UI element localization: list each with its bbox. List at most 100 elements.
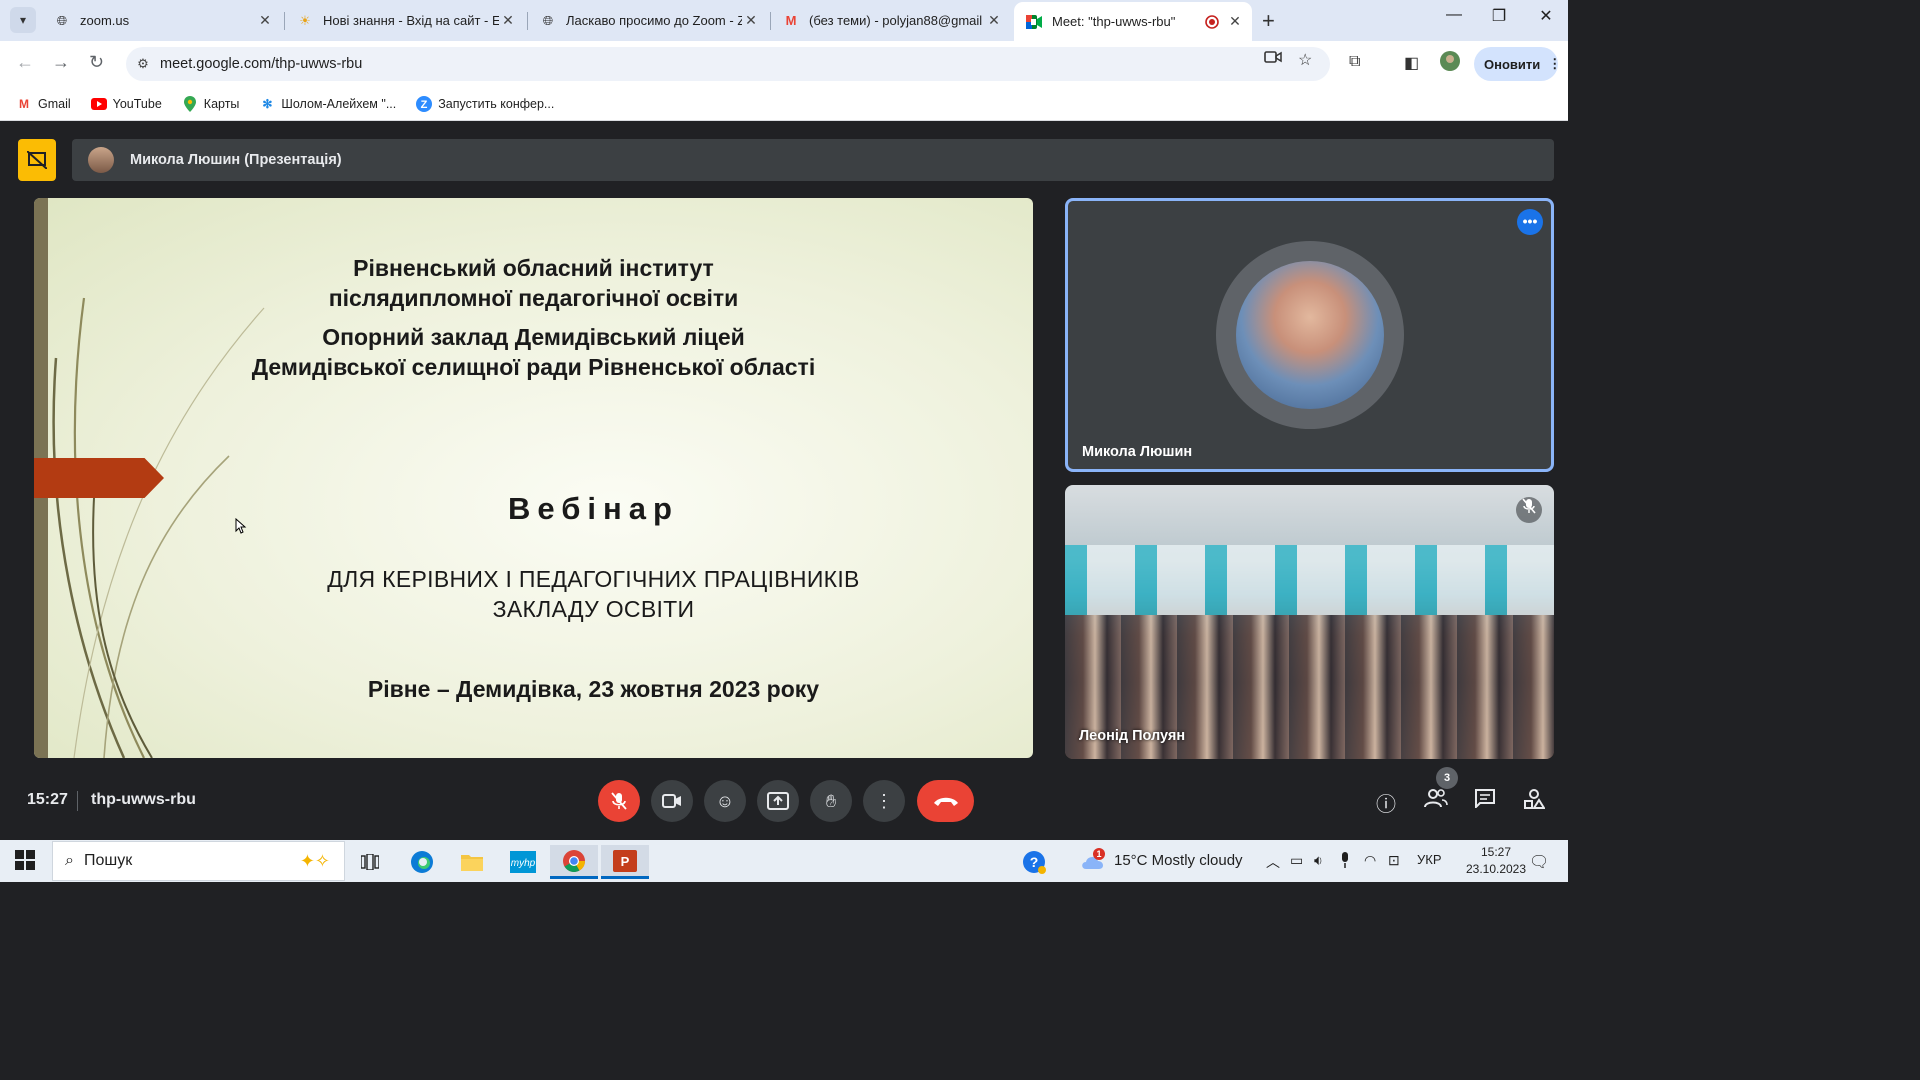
camera-in-use-icon[interactable] [1264, 50, 1282, 69]
gmail-icon: M [19, 96, 29, 111]
extensions-icon[interactable]: ⧉ [1349, 53, 1360, 71]
svg-text:Z: Z [421, 99, 428, 111]
participant-tile-mykola[interactable]: ••• Микола Люшин [1065, 198, 1554, 472]
tab-title: Meet: "thp-uwws-rbu" [1052, 14, 1176, 29]
more-options-button[interactable]: ⋮ [863, 780, 905, 822]
tab-novi-znannia[interactable]: ☀ Нові знання - Вхід на сайт - Е ✕ [285, 6, 525, 35]
window-close-button[interactable]: ✕ [1523, 6, 1569, 26]
present-screen-button[interactable] [757, 780, 799, 822]
tab-title: (без теми) - polyjan88@gmail [809, 13, 983, 28]
weather-alert-badge: 1 [1093, 848, 1105, 860]
system-clock[interactable]: 15:27 23.10.2023 [1462, 844, 1530, 878]
wifi-icon[interactable]: ◠ [1364, 852, 1376, 869]
profile-avatar[interactable] [1440, 51, 1460, 76]
bookmark-youtube[interactable]: YouTube [90, 96, 162, 112]
notifications-icon[interactable]: 🗨︎ [1529, 852, 1549, 872]
meeting-info-icon[interactable]: ⓘ [1372, 788, 1400, 817]
svg-text:?: ? [1030, 854, 1039, 870]
participant-count-badge: 3 [1436, 767, 1458, 789]
leave-call-button[interactable] [917, 780, 974, 822]
battery-icon[interactable]: ▭ [1290, 852, 1303, 869]
update-chrome-button[interactable]: Оновити ⋮ [1474, 47, 1562, 81]
meet-stage: Микола Люшин (Презентація) Рівненський о… [0, 122, 1568, 840]
tab-zoom[interactable]: 🌐︎ zoom.us ✕ [42, 6, 282, 35]
clock-date: 23.10.2023 [1465, 862, 1527, 876]
camera-toggle-button[interactable] [651, 780, 693, 822]
chrome-icon[interactable] [550, 845, 598, 879]
close-icon[interactable]: ✕ [985, 12, 1003, 29]
more-options-icon[interactable]: ••• [1517, 209, 1543, 235]
mouse-cursor-icon [235, 518, 247, 534]
youtube-icon [90, 96, 107, 112]
reload-button[interactable]: ↻ [89, 52, 104, 73]
bookmark-zoom-conference[interactable]: Z Запустить конфер... [416, 95, 555, 112]
bookmark-star-icon[interactable]: ☆ [1298, 50, 1312, 70]
mic-off-icon [611, 792, 627, 810]
emoji-reaction-button[interactable]: ☺ [704, 780, 746, 822]
shared-slide: Рівненський обласний інститут післядипло… [34, 198, 1033, 758]
file-explorer-icon[interactable] [448, 845, 496, 879]
camera-icon [662, 794, 681, 808]
bookmark-label: Gmail [38, 96, 71, 111]
close-icon[interactable]: ✕ [499, 12, 517, 29]
bookmark-gmail[interactable]: M Gmail [16, 96, 71, 112]
institute-line-2: післядипломної педагогічної освіти [328, 285, 739, 311]
emoji-icon: ☺ [715, 790, 735, 811]
more-vert-icon: ⋮ [1548, 56, 1562, 71]
back-button[interactable]: ← [16, 52, 34, 73]
windows-start-icon[interactable] [15, 850, 35, 876]
chat-icon[interactable] [1471, 788, 1499, 814]
people-icon[interactable] [1422, 788, 1450, 814]
tab-zoom-welcome[interactable]: 🌐︎ Ласкаво просимо до Zoom - Z ✕ [528, 6, 768, 35]
restore-button[interactable]: ❐ [1476, 6, 1522, 26]
minimize-button[interactable]: — [1431, 6, 1477, 24]
avatar [88, 147, 114, 173]
end-call-icon [933, 797, 958, 806]
language-indicator[interactable]: УКР [1417, 852, 1442, 867]
tab-search-button[interactable]: ▾ [10, 7, 36, 33]
participant-name: Леонід Полуян [1079, 728, 1186, 744]
bookmark-sholom-aleichem[interactable]: ✻ Шолом-Алейхем "... [259, 96, 396, 112]
bookmark-label: Запустить конфер... [438, 96, 555, 111]
windows-taskbar: ⌕ Пошук ✦✧ myhp P ? 1 15°C Mostly cloudy… [0, 840, 1568, 882]
clock-time: 15:27 [1480, 845, 1512, 859]
slide-school: Опорний заклад Демидівський ліцей Демиді… [34, 322, 1033, 382]
recording-icon [1204, 14, 1220, 30]
mic-toggle-button[interactable] [598, 780, 640, 822]
forward-button[interactable]: → [52, 52, 70, 73]
bookmark-maps[interactable]: Карты [182, 95, 239, 112]
address-bar[interactable]: ⚙︎ meet.google.com/thp-uwws-rbu [126, 47, 1330, 81]
more-vert-icon: ⋮ [875, 790, 893, 811]
myhp-icon[interactable]: myhp [499, 845, 547, 879]
chevron-up-icon[interactable]: ︿ [1266, 852, 1280, 872]
microphone-icon[interactable] [1340, 852, 1350, 871]
tab-title: zoom.us [80, 13, 130, 28]
powerpoint-icon[interactable]: P [601, 845, 649, 879]
side-panel-icon[interactable]: ◧ [1404, 53, 1419, 73]
weather-text[interactable]: 15°C Mostly cloudy [1114, 852, 1243, 869]
search-placeholder: Пошук [83, 852, 133, 869]
close-icon[interactable]: ✕ [1226, 13, 1244, 30]
svg-text:P: P [621, 854, 630, 869]
stop-presenting-icon[interactable] [18, 139, 56, 181]
task-view-icon[interactable] [346, 845, 394, 879]
volume-icon[interactable]: 🔉︎ [1314, 852, 1323, 869]
participant-tile-leonid[interactable]: Леонід Полуян [1065, 485, 1554, 759]
school-line-1: Опорний заклад Демидівський ліцей [322, 324, 745, 350]
site-info-icon[interactable]: ⚙︎ [126, 56, 160, 72]
raise-hand-button[interactable]: ✋︎ [810, 780, 852, 822]
taskbar-search[interactable]: ⌕ Пошук ✦✧ [52, 841, 345, 881]
new-tab-button[interactable]: + [1262, 8, 1275, 34]
close-icon[interactable]: ✕ [742, 12, 760, 29]
tab-meet[interactable]: Meet: "thp-uwws-rbu" ✕ [1014, 2, 1252, 41]
participant-name: Микола Люшин [1082, 444, 1193, 460]
audience-line-1: ДЛЯ КЕРІВНИХ І ПЕДАГОГІЧНИХ ПРАЦІВНИКІВ [327, 566, 860, 592]
help-icon[interactable]: ? [1022, 850, 1046, 877]
activities-icon[interactable] [1520, 788, 1548, 816]
ime-icon[interactable]: ⊡ [1388, 852, 1400, 869]
close-icon[interactable]: ✕ [256, 12, 274, 29]
present-icon [767, 792, 789, 810]
edge-icon[interactable] [398, 845, 446, 879]
tab-title: Ласкаво просимо до Zoom - Z [566, 13, 742, 28]
tab-gmail[interactable]: M (без теми) - polyjan88@gmail ✕ [771, 6, 1011, 35]
